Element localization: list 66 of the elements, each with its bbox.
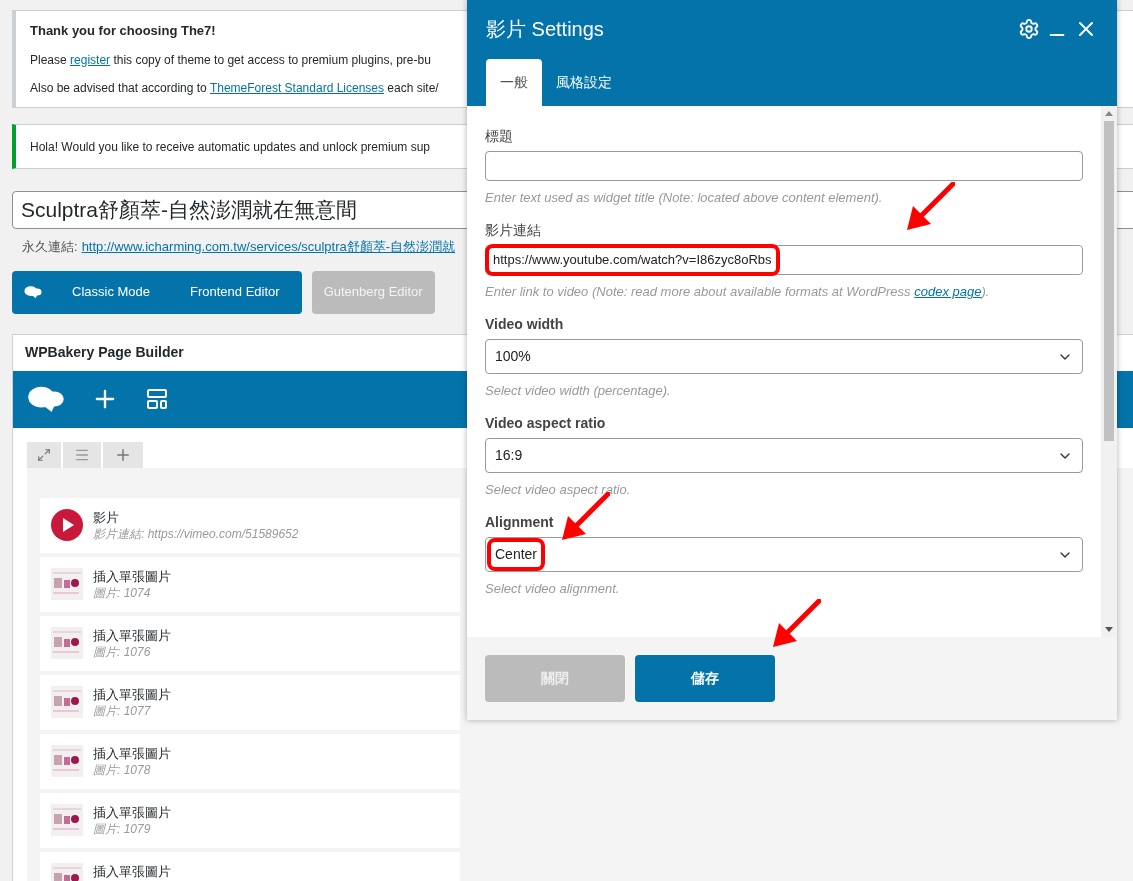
content-element[interactable]: 影片 影片連結: https://vimeo.com/51589652 xyxy=(40,497,460,553)
cloud-logo-icon xyxy=(27,385,65,413)
scroll-down-icon[interactable] xyxy=(1105,627,1113,632)
content-element[interactable]: 插入單張圖片 圖片: 1078 xyxy=(40,733,460,789)
element-subtitle: 影片連結: https://vimeo.com/51589652 xyxy=(93,525,299,543)
select-field[interactable]: 100% xyxy=(485,339,1083,374)
editor-mode-button[interactable]: Frontend Editor xyxy=(180,270,290,314)
field-label: Video aspect ratio xyxy=(485,415,606,432)
editor-mode-button[interactable]: Classic Mode xyxy=(62,270,161,314)
help-text: Enter text used as widget title (Note: located above content element). xyxy=(485,189,883,206)
cloud-logo-icon xyxy=(24,285,42,299)
field-value: 100% xyxy=(495,347,531,366)
scroll-up-icon[interactable] xyxy=(1105,111,1113,116)
element-title: 插入單張圖片 xyxy=(93,744,171,762)
content-element[interactable]: 插入單張圖片 圖片: 1076 xyxy=(40,615,460,671)
field-label: Video width xyxy=(485,316,564,333)
element-subtitle: 圖片: 1079 xyxy=(93,820,152,838)
text-field[interactable]: https://www.youtube.com/watch?v=I86zyc8oRbs xyxy=(485,245,1083,275)
help-text: Select video width (percentage). xyxy=(485,382,671,399)
expand-icon xyxy=(37,447,51,462)
select-field[interactable]: Center xyxy=(485,537,1083,572)
help-text: Select video alignment. xyxy=(485,580,620,597)
permalink-label: 永久連結: xyxy=(22,238,78,256)
permalink-link[interactable]: http://www.icharming.com.tw/services/sculptra舒顏萃-自然澎潤就 xyxy=(81,237,456,257)
help-text: Enter link to video (Note: read more about available formats at WordPress codex page). xyxy=(485,283,990,300)
field-label: 影片連結 xyxy=(485,222,541,239)
dialog-tab[interactable]: 一般 xyxy=(486,59,542,106)
content-element[interactable]: 插入單張圖片 圖片: 1077 xyxy=(40,674,460,730)
save-button[interactable]: 儲存 xyxy=(635,655,775,702)
notice-text: Also be advised that according to ThemeForest Standard Licenses each site/ xyxy=(30,79,439,97)
settings-icon[interactable] xyxy=(1018,18,1040,40)
template-icon[interactable] xyxy=(145,387,169,411)
notice-link[interactable]: ThemeForest Standard Licenses xyxy=(209,80,384,95)
add-column-button[interactable] xyxy=(103,441,143,468)
content-element[interactable]: 插入單張圖片 圖片: 1079 xyxy=(40,792,460,848)
dialog-title: 影片 Settings xyxy=(486,17,605,42)
scrollbar-thumb[interactable] xyxy=(1104,121,1114,441)
play-icon xyxy=(51,508,83,541)
element-subtitle: 圖片: 1078 xyxy=(93,761,152,779)
dialog-tab[interactable]: 風格設定 xyxy=(542,59,626,106)
content-element[interactable]: 插入單張圖片 圖片: 1074 xyxy=(40,556,460,612)
notice-title: Thank you for choosing The7! xyxy=(30,22,216,40)
text-field[interactable] xyxy=(485,151,1083,181)
element-title: 插入單張圖片 xyxy=(93,626,171,644)
field-label: 標題 xyxy=(485,128,513,145)
select-field[interactable]: 16:9 xyxy=(485,438,1083,473)
element-subtitle: 圖片: 1074 xyxy=(93,584,152,602)
element-subtitle: 圖片: 1077 xyxy=(93,702,152,720)
field-value: 16:9 xyxy=(495,446,523,465)
help-text: Select video aspect ratio. xyxy=(485,481,631,498)
element-title: 插入單張圖片 xyxy=(93,567,171,585)
element-title: 插入單張圖片 xyxy=(93,685,171,703)
content-element[interactable]: 插入單張圖片 xyxy=(40,851,460,881)
element-title: 影片 xyxy=(93,508,120,526)
field-value: https://www.youtube.com/watch?v=I86zyc8oRbs xyxy=(485,244,780,276)
codex-link[interactable]: codex page xyxy=(914,284,982,299)
element-subtitle: 圖片: 1076 xyxy=(93,643,152,661)
field-label: Alignment xyxy=(485,514,554,531)
notice-text: Hola! Would you like to receive automatic updates and unlock premium sup xyxy=(30,139,430,154)
field-value: Center xyxy=(487,538,546,571)
element-title: 插入單張圖片 xyxy=(93,862,171,880)
panel-title: WPBakery Page Builder xyxy=(24,343,185,362)
notice-link[interactable]: register xyxy=(70,52,111,67)
expand-row-button[interactable] xyxy=(27,441,61,468)
notice-text: Please register this copy of theme to get access to premium plugins, pre-bu xyxy=(30,51,431,69)
element-title: 插入單張圖片 xyxy=(93,803,171,821)
